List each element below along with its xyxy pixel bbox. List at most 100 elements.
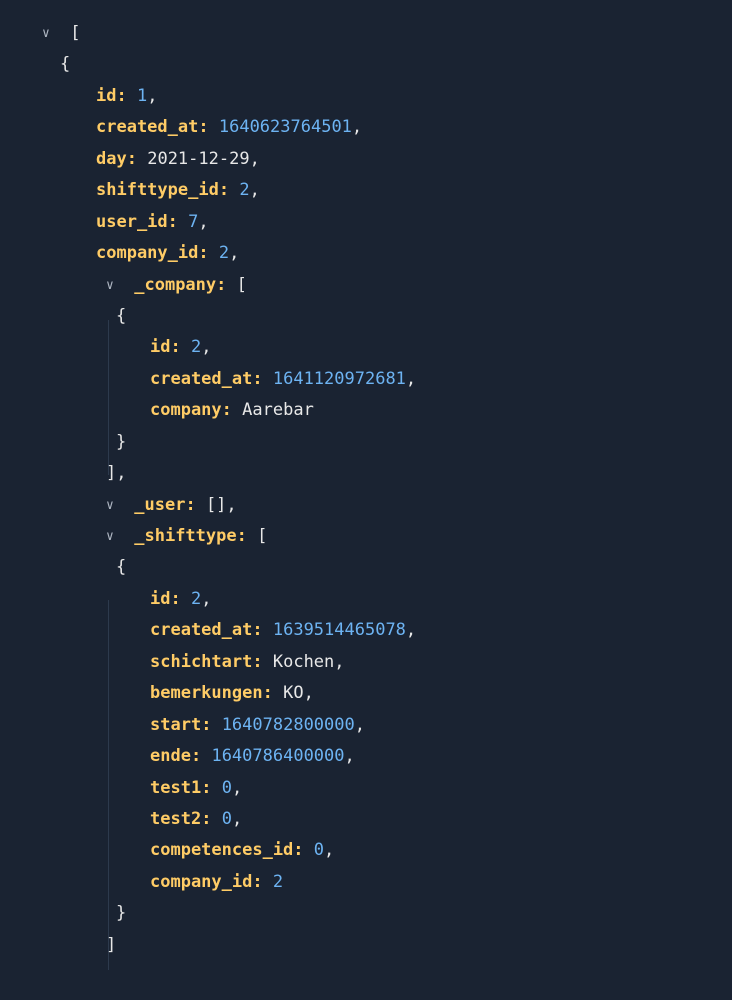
chevron-down-icon[interactable]: ∨: [42, 22, 56, 46]
brace-open: {: [116, 557, 126, 577]
row-shifttype-created-at: created_at: 1639514465078,: [42, 615, 732, 646]
row-company-id: company_id: 2,: [42, 238, 732, 269]
colon: :: [191, 746, 201, 766]
key: created_at: [150, 620, 252, 640]
colon: :: [201, 715, 211, 735]
row-array-open: ∨ [: [42, 18, 732, 49]
key: test2: [150, 809, 201, 829]
brace-close: }: [116, 432, 126, 452]
row-company-close: ],: [42, 458, 732, 489]
key: company_id: [96, 243, 198, 263]
row-company-open: ∨ _company: [: [42, 270, 732, 301]
row-shifttype-open: ∨ _shifttype: [: [42, 521, 732, 552]
colon: :: [198, 243, 208, 263]
row-company-brace-open: {: [42, 301, 732, 332]
row-day: day: 2021-12-29,: [42, 144, 732, 175]
key: _shifttype: [134, 526, 236, 546]
value-string: Aarebar: [242, 400, 314, 420]
row-ende: ende: 1640786400000,: [42, 741, 732, 772]
row-user: ∨ _user: [],: [42, 490, 732, 521]
key: day: [96, 149, 127, 169]
colon: :: [263, 683, 273, 703]
key: _user: [134, 495, 185, 515]
bracket-close: ],: [106, 463, 126, 483]
value-number: 7: [188, 212, 198, 232]
row-company-brace-close: }: [42, 427, 732, 458]
bracket-close: ]: [106, 935, 116, 955]
colon: :: [219, 180, 229, 200]
value-number: 1641120972681: [273, 369, 406, 389]
row-company-id-inner: id: 2,: [42, 332, 732, 363]
key: test1: [150, 778, 201, 798]
chevron-down-icon[interactable]: ∨: [106, 494, 120, 518]
bracket-open: [: [237, 275, 247, 295]
comma: ,: [201, 589, 211, 609]
key: created_at: [96, 117, 198, 137]
comma: ,: [334, 652, 344, 672]
row-test1: test1: 0,: [42, 773, 732, 804]
colon: :: [237, 526, 247, 546]
comma: ,: [232, 809, 242, 829]
value-number: 2: [191, 337, 201, 357]
row-created-at: created_at: 1640623764501,: [42, 112, 732, 143]
row-schichtart: schichtart: Kochen,: [42, 647, 732, 678]
colon: :: [170, 589, 180, 609]
value-number: 0: [222, 809, 232, 829]
chevron-down-icon[interactable]: ∨: [106, 274, 120, 298]
key: _company: [134, 275, 216, 295]
row-company-name: company: Aarebar: [42, 395, 732, 426]
colon: :: [185, 495, 195, 515]
colon: :: [252, 872, 262, 892]
row-shifttype-company-id: company_id: 2: [42, 867, 732, 898]
value-string: Kochen: [273, 652, 334, 672]
colon: :: [127, 149, 137, 169]
key: id: [96, 86, 116, 106]
row-user-id: user_id: 7,: [42, 207, 732, 238]
key: company_id: [150, 872, 252, 892]
colon: :: [252, 620, 262, 640]
colon: :: [252, 369, 262, 389]
value-number: 0: [222, 778, 232, 798]
colon: :: [116, 86, 126, 106]
brace-close: }: [116, 903, 126, 923]
json-tree-viewer: ∨ [ { id: 1, created_at: 1640623764501, …: [0, 0, 732, 979]
row-company-created-at: created_at: 1641120972681,: [42, 364, 732, 395]
comma: ,: [345, 746, 355, 766]
colon: :: [201, 778, 211, 798]
value-string: KO: [283, 683, 303, 703]
value-number: 0: [314, 840, 324, 860]
key: ende: [150, 746, 191, 766]
value-number: 2: [273, 872, 283, 892]
comma: ,: [352, 117, 362, 137]
value-number: 1: [137, 86, 147, 106]
value-number: 2: [219, 243, 229, 263]
row-id: id: 1,: [42, 81, 732, 112]
comma: ,: [198, 212, 208, 232]
row-shifttype-close: ]: [42, 930, 732, 961]
bracket-open: [: [257, 526, 267, 546]
value-empty-array: [],: [206, 495, 237, 515]
comma: ,: [304, 683, 314, 703]
row-object-open: {: [42, 49, 732, 80]
comma: ,: [406, 620, 416, 640]
bracket-open: [: [70, 23, 80, 43]
row-shifttype-id-inner: id: 2,: [42, 584, 732, 615]
key: schichtart: [150, 652, 252, 672]
comma: ,: [147, 86, 157, 106]
colon: :: [201, 809, 211, 829]
comma: ,: [232, 778, 242, 798]
comma: ,: [355, 715, 365, 735]
key: user_id: [96, 212, 168, 232]
value-number: 1639514465078: [273, 620, 406, 640]
chevron-down-icon[interactable]: ∨: [106, 525, 120, 549]
colon: :: [198, 117, 208, 137]
value-number: 1640786400000: [211, 746, 344, 766]
key: id: [150, 337, 170, 357]
value-number: 2: [239, 180, 249, 200]
value-number: 1640623764501: [219, 117, 352, 137]
colon: :: [216, 275, 226, 295]
value-string: 2021-12-29: [147, 149, 249, 169]
row-shifttype-id: shifttype_id: 2,: [42, 175, 732, 206]
comma: ,: [229, 243, 239, 263]
row-shifttype-brace-close: }: [42, 898, 732, 929]
